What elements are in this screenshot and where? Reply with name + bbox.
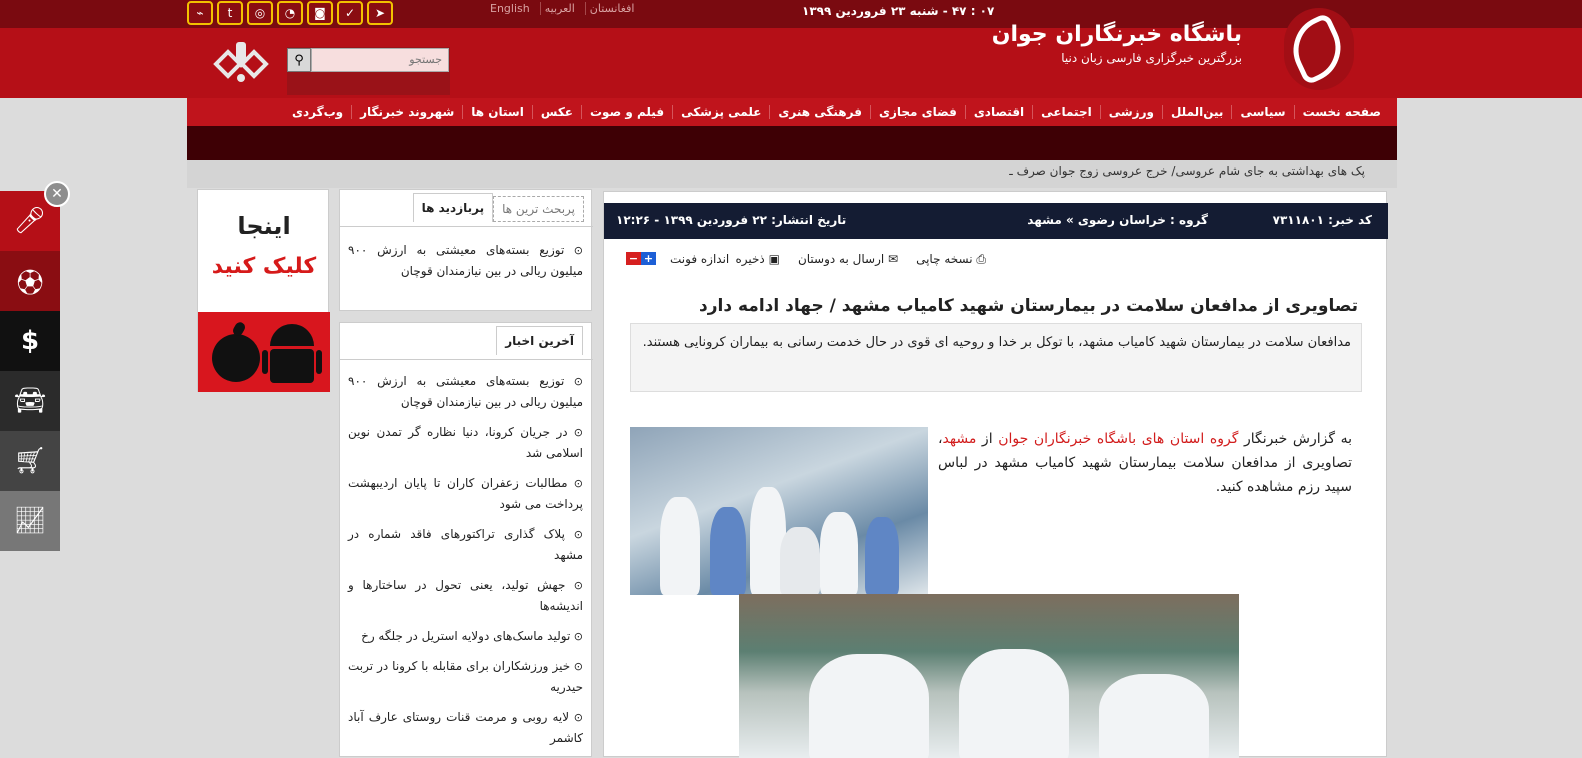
side-link-market[interactable]: 🛒︎ bbox=[0, 431, 60, 491]
most-visited-box: پربازدید ها پربحث ترین ها توزیع بسته‌های… bbox=[339, 189, 593, 311]
chart-icon: 📈︎ bbox=[13, 506, 47, 536]
latest-news-box: آخرین اخبار توزیع بسته‌های معیشتی به ارز… bbox=[339, 322, 593, 758]
twitter-icon[interactable]: t bbox=[217, 1, 243, 25]
list-item[interactable]: جهش تولید، یعنی تحول در ساختارها و اندیش… bbox=[348, 575, 583, 617]
irib-logo-icon[interactable] bbox=[212, 38, 270, 84]
font-increase-button[interactable]: + bbox=[641, 252, 656, 265]
lang-arabic[interactable]: العربیه bbox=[539, 2, 579, 15]
ad-line2: کلیک کنید bbox=[211, 254, 317, 279]
tab-most-discussed[interactable]: پربحث ترین ها bbox=[493, 196, 584, 222]
tab-latest-news[interactable]: آخرین اخبار bbox=[496, 326, 583, 355]
floppy-icon: ▣ bbox=[768, 252, 780, 266]
send-to-friends-button[interactable]: ✉ ارسال به دوستان bbox=[798, 252, 898, 267]
microphone-icon: 🎤︎ bbox=[13, 206, 47, 236]
nav-item-citizen[interactable]: شهروند خبرنگار bbox=[351, 105, 462, 119]
list-item[interactable]: لایه روبی و مرمت قنات روستای عارف آباد ک… bbox=[348, 707, 583, 749]
main-nav: صفحه نخست سیاسی بین‌الملل ورزشی اجتماعی … bbox=[187, 98, 1397, 126]
list-item[interactable]: توزیع بسته‌های معیشتی به ارزش ۹۰۰ میلیون… bbox=[348, 240, 583, 282]
instagram-icon[interactable]: ◎ bbox=[247, 1, 273, 25]
brand[interactable]: باشگاه خبرنگاران جوان بزرگترین خبرگزاری … bbox=[992, 22, 1242, 65]
ticker-text: پک های بهداشتی به جای شام عروسی/ خرج عرو… bbox=[1009, 164, 1365, 178]
article-tools: ▣ ذخیره ✉ ارسال به دوستان ⎙ نسخه چاپی bbox=[735, 252, 986, 267]
nav-item-culture[interactable]: فرهنگی هنری bbox=[769, 105, 870, 119]
latest-news-tabs: آخرین اخبار bbox=[496, 326, 583, 355]
telegram-icon[interactable]: ➤ bbox=[367, 1, 393, 25]
article-group[interactable]: گروه : خراسان رضوی » مشهد bbox=[1027, 213, 1208, 227]
datetime: ۰۷ : ۴۷ - شنبه ۲۳ فروردین ۱۳۹۹ bbox=[802, 4, 995, 18]
article-date: تاریخ انتشار: ۲۲ فروردین ۱۳۹۹ - ۱۲:۲۶ bbox=[616, 213, 847, 227]
nav-item-photo[interactable]: عکس bbox=[531, 105, 581, 119]
nav-item-provinces[interactable]: استان ها bbox=[462, 105, 532, 119]
article-panel: کد خبر: ۷۳۱۱۸۰۱ گروه : خراسان رضوی » مشه… bbox=[603, 191, 1388, 758]
article-photo[interactable] bbox=[630, 427, 928, 595]
car-icon: 🚘︎ bbox=[13, 386, 47, 416]
list-item[interactable]: تولید ماسک‌های دولایه استریل در جلگه رخ bbox=[348, 626, 583, 647]
list-item[interactable]: خیز ورزشکاران برای مقابله با کرونا در تر… bbox=[348, 656, 583, 698]
list-item[interactable]: مطالبات زعفران کاران تا پایان اردیبهشت پ… bbox=[348, 473, 583, 515]
save-button[interactable]: ▣ ذخیره bbox=[735, 252, 779, 267]
news-ticker[interactable]: پک های بهداشتی به جای شام عروسی/ خرج عرو… bbox=[187, 160, 1397, 188]
nav-item-social[interactable]: اجتماعی bbox=[1032, 105, 1100, 119]
ad-line1: اینجا bbox=[237, 212, 291, 240]
close-icon[interactable]: ✕ bbox=[44, 181, 70, 207]
android-icon[interactable]: ◙ bbox=[307, 1, 333, 25]
nav-item-home[interactable]: صفحه نخست bbox=[1293, 105, 1389, 119]
nav-item-politics[interactable]: سیاسی bbox=[1231, 105, 1293, 119]
article-lead: مدافعان سلامت در بیمارستان شهید کامیاب م… bbox=[630, 323, 1362, 392]
provinces-group-link[interactable]: گروه استان های باشگاه خبرنگاران جوان bbox=[998, 431, 1238, 447]
soroush-icon[interactable]: ◔ bbox=[277, 1, 303, 25]
search-input[interactable] bbox=[311, 48, 449, 72]
printer-icon: ⎙ bbox=[976, 252, 986, 266]
font-decrease-button[interactable]: − bbox=[626, 252, 641, 265]
rss-icon[interactable]: ⌁ bbox=[187, 1, 213, 25]
side-link-sports[interactable]: ⚽︎ bbox=[0, 251, 60, 311]
yjc-logo-icon[interactable] bbox=[1282, 8, 1354, 90]
dollar-icon: $ bbox=[20, 326, 40, 356]
app-ad-banner[interactable]: اینجا کلیک کنید bbox=[197, 189, 330, 392]
side-link-stocks[interactable]: 📈︎ bbox=[0, 491, 60, 551]
search-button[interactable]: ⚲ bbox=[287, 48, 311, 72]
brand-title: باشگاه خبرنگاران جوان bbox=[991, 22, 1242, 47]
print-button[interactable]: ⎙ نسخه چاپی bbox=[916, 252, 986, 267]
side-link-cars[interactable]: 🚘︎ bbox=[0, 371, 60, 431]
side-link-currency[interactable]: $ bbox=[0, 311, 60, 371]
envelope-icon: ✉ bbox=[888, 252, 899, 266]
brand-tagline: بزرگترین خبرگزاری فارسی زبان دنیا bbox=[1061, 51, 1242, 65]
article-photo-large[interactable] bbox=[739, 594, 1239, 758]
font-size-controls: − + bbox=[626, 252, 656, 265]
tab-most-visited[interactable]: پربازدید ها bbox=[412, 193, 494, 222]
language-links: English العربیه افغانستان bbox=[486, 2, 638, 15]
nav-item-economy[interactable]: اقتصادی bbox=[964, 105, 1032, 119]
list-item[interactable]: پلاک گذاری تراکتورهای فاقد شماره در مشهد bbox=[348, 524, 583, 566]
ad-platforms bbox=[198, 312, 330, 392]
nav-item-cyberspace[interactable]: فضای مجازی bbox=[869, 105, 965, 119]
most-visited-tabs: پربازدید ها پربحث ترین ها bbox=[412, 193, 584, 222]
football-icon: ⚽︎ bbox=[16, 268, 43, 299]
latest-news-list: توزیع بسته‌های معیشتی به ارزش ۹۰۰ میلیون… bbox=[348, 371, 583, 758]
nav-item-sports[interactable]: ورزشی bbox=[1099, 105, 1162, 119]
check-icon[interactable]: ✓ bbox=[337, 1, 363, 25]
cart-icon: 🛒︎ bbox=[13, 446, 47, 476]
nav-item-web[interactable]: وب‌گردی bbox=[284, 105, 351, 119]
nav-item-international[interactable]: بین‌الملل bbox=[1161, 105, 1231, 119]
android-icon bbox=[262, 324, 322, 383]
lang-afghanistan[interactable]: افغانستان bbox=[584, 2, 639, 15]
article-title: تصاویری از مدافعان سلامت در بیمارستان شه… bbox=[699, 296, 1358, 316]
most-visited-list: توزیع بسته‌های معیشتی به ارزش ۹۰۰ میلیون… bbox=[348, 240, 583, 291]
article-header: کد خبر: ۷۳۱۱۸۰۱ گروه : خراسان رضوی » مشه… bbox=[604, 203, 1388, 239]
apple-icon bbox=[212, 322, 260, 382]
nav-item-video[interactable]: فیلم و صوت bbox=[581, 105, 672, 119]
mashhad-link[interactable]: مشهد bbox=[943, 431, 977, 447]
sub-nav bbox=[187, 126, 1397, 160]
list-item[interactable]: در جریان کرونا، دنیا نظاره گر تمدن نوین … bbox=[348, 422, 583, 464]
article-body: به گزارش خبرنگار گروه استان های باشگاه خ… bbox=[938, 431, 1352, 495]
list-item[interactable]: توزیع بسته‌های معیشتی به ارزش ۹۰۰ میلیون… bbox=[348, 371, 583, 413]
nav-item-science[interactable]: علمی پزشکی bbox=[672, 105, 769, 119]
search-icon: ⚲ bbox=[294, 52, 304, 68]
article-code: کد خبر: ۷۳۱۱۸۰۱ bbox=[1272, 213, 1372, 227]
lang-english[interactable]: English bbox=[486, 2, 534, 15]
social-links: ⌁ t ◎ ◔ ◙ ✓ ➤ bbox=[187, 1, 393, 25]
font-size-label: اندازه فونت bbox=[670, 252, 730, 266]
